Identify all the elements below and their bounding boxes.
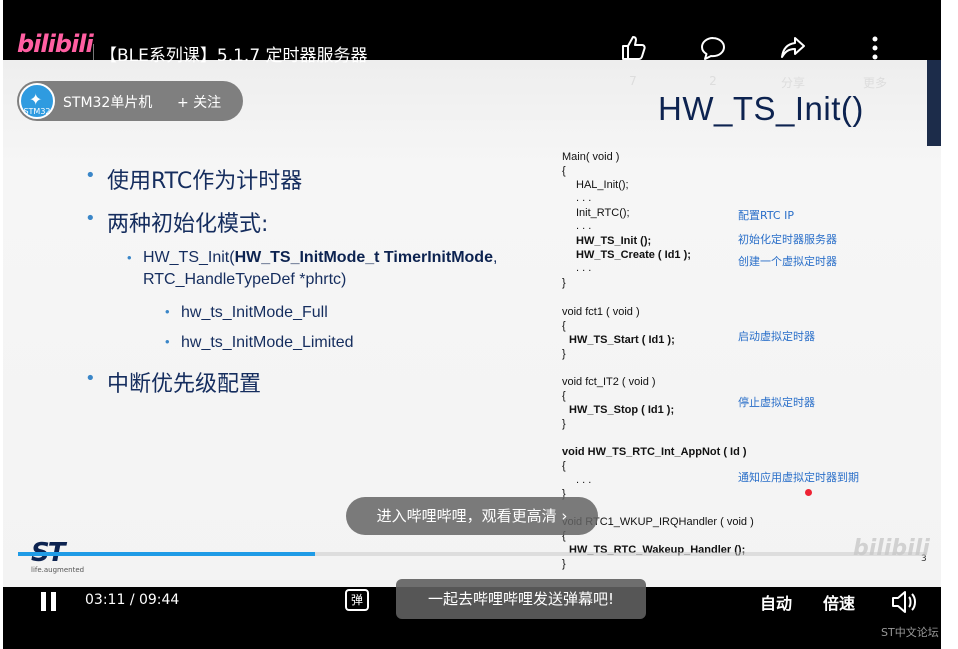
playback-speed-button[interactable]: 倍速: [823, 590, 855, 614]
bullet-irq-priority: • 中断优先级配置: [85, 368, 262, 397]
danmaku-toggle-icon[interactable]: 弹: [345, 589, 369, 611]
follow-button[interactable]: + 关注: [177, 92, 221, 112]
code-line: void fct_IT2 ( void ): [562, 376, 656, 388]
code-line: {: [562, 165, 566, 177]
code-line: {: [562, 460, 566, 472]
note-init-server: 初始化定时器服务器: [738, 233, 837, 246]
code-line: void fct1 ( void ): [562, 306, 640, 318]
code-line: HAL_Init();: [576, 179, 629, 191]
share-icon: [781, 37, 805, 58]
note-start-timer: 启动虚拟定时器: [738, 330, 815, 343]
volume-icon: [892, 591, 916, 613]
danmaku-send-input[interactable]: 一起去哔哩哔哩发送弹幕吧!: [396, 579, 646, 619]
bilibili-watermark: bilibili: [853, 536, 930, 561]
code-line: }: [562, 348, 566, 360]
volume-button[interactable]: [890, 589, 918, 619]
code-line: }: [562, 418, 566, 430]
quality-auto-button[interactable]: 自动: [760, 590, 792, 614]
share-button[interactable]: 分享: [763, 34, 823, 91]
subbullet-full: • hw_ts_InitMode_Full: [165, 304, 328, 321]
bilibili-logo[interactable]: bilibili: [17, 30, 94, 58]
butterfly-icon: ✦: [29, 90, 43, 109]
video-player[interactable]: HW_TS_Init() • 使用RTC作为计时器 • 两种初始化模式: • HW_T…: [3, 0, 941, 649]
slide-accent-bar: [927, 60, 941, 146]
video-title[interactable]: 【BLE系列课】5.1.7 定时器服务器: [100, 41, 368, 66]
more-button[interactable]: 更多: [845, 34, 905, 91]
note-config-rtc: 配置RTC IP: [738, 209, 794, 222]
open-bilibili-hd-button[interactable]: 进入哔哩哔哩，观看更高清 ›: [346, 497, 598, 535]
code-line: }: [562, 277, 566, 289]
code-line: void HW_TS_RTC_Int_AppNot ( Id ): [562, 446, 747, 458]
note-stop-timer: 停止虚拟定时器: [738, 396, 815, 409]
bullet-init-modes: • 两种初始化模式:: [85, 208, 269, 237]
subbullet-limited: • hw_ts_InitMode_Limited: [165, 334, 354, 351]
pause-button[interactable]: [39, 592, 59, 612]
avatar[interactable]: ✦ STM32: [19, 83, 55, 119]
uploader-name[interactable]: STM32单片机: [63, 92, 152, 112]
code-line: . . .: [576, 474, 592, 486]
note-create-timer: 创建一个虚拟定时器: [738, 255, 837, 268]
uploader-card[interactable]: ✦ STM32 STM32单片机 + 关注: [17, 81, 243, 121]
thumbs-up-icon: [622, 36, 646, 60]
title-separator: [93, 44, 94, 60]
st-logo: ST life.augmented: [31, 538, 85, 574]
progress-fill: [18, 552, 315, 556]
code-line: {: [562, 320, 566, 332]
code-line: HW_TS_Start ( Id1 );: [569, 334, 675, 346]
code-line: HW_TS_Stop ( Id1 );: [569, 404, 675, 416]
bullet-rtc: • 使用RTC作为计时器: [85, 165, 303, 194]
code-line: {: [562, 390, 566, 402]
progress-bar[interactable]: [18, 552, 926, 556]
top-bar: bilibili 【BLE系列课】5.1.7 定时器服务器 7 2 分享 更多: [3, 0, 941, 90]
more-vertical-icon: [872, 36, 878, 60]
slide-title: HW_TS_Init(): [658, 90, 864, 127]
control-bar: 03:11 / 09:44 弹 一起去哔哩哔哩发送弹幕吧! 自动 倍速: [3, 579, 941, 649]
code-line: Init_RTC();: [576, 207, 630, 219]
like-button[interactable]: 7: [603, 34, 663, 88]
like-count: 7: [629, 74, 637, 88]
duration: 09:44: [138, 592, 180, 608]
comment-button[interactable]: 2: [683, 34, 743, 88]
time-display: 03:11 / 09:44: [85, 592, 180, 608]
code-line: HW_TS_Create ( Id1 );: [576, 249, 691, 261]
current-time: 03:11: [85, 592, 126, 608]
comment-count: 2: [709, 74, 717, 88]
note-timer-expire: 通知应用虚拟定时器到期: [738, 471, 859, 484]
code-line: . . .: [576, 262, 592, 274]
bullet-init-signature: • HW_TS_Init(HW_TS_InitMode_t TimerInitMo…: [127, 249, 498, 288]
code-line: HW_TS_Init ();: [576, 235, 652, 247]
code-line: }: [562, 558, 566, 570]
code-line: . . .: [576, 220, 592, 232]
forum-watermark: ST中文论坛: [881, 626, 939, 639]
pointer-dot: [805, 489, 812, 496]
comment-icon: [701, 37, 725, 60]
code-line: Main( void ): [562, 151, 620, 163]
code-line: . . .: [576, 192, 592, 204]
pause-icon: [41, 592, 46, 611]
